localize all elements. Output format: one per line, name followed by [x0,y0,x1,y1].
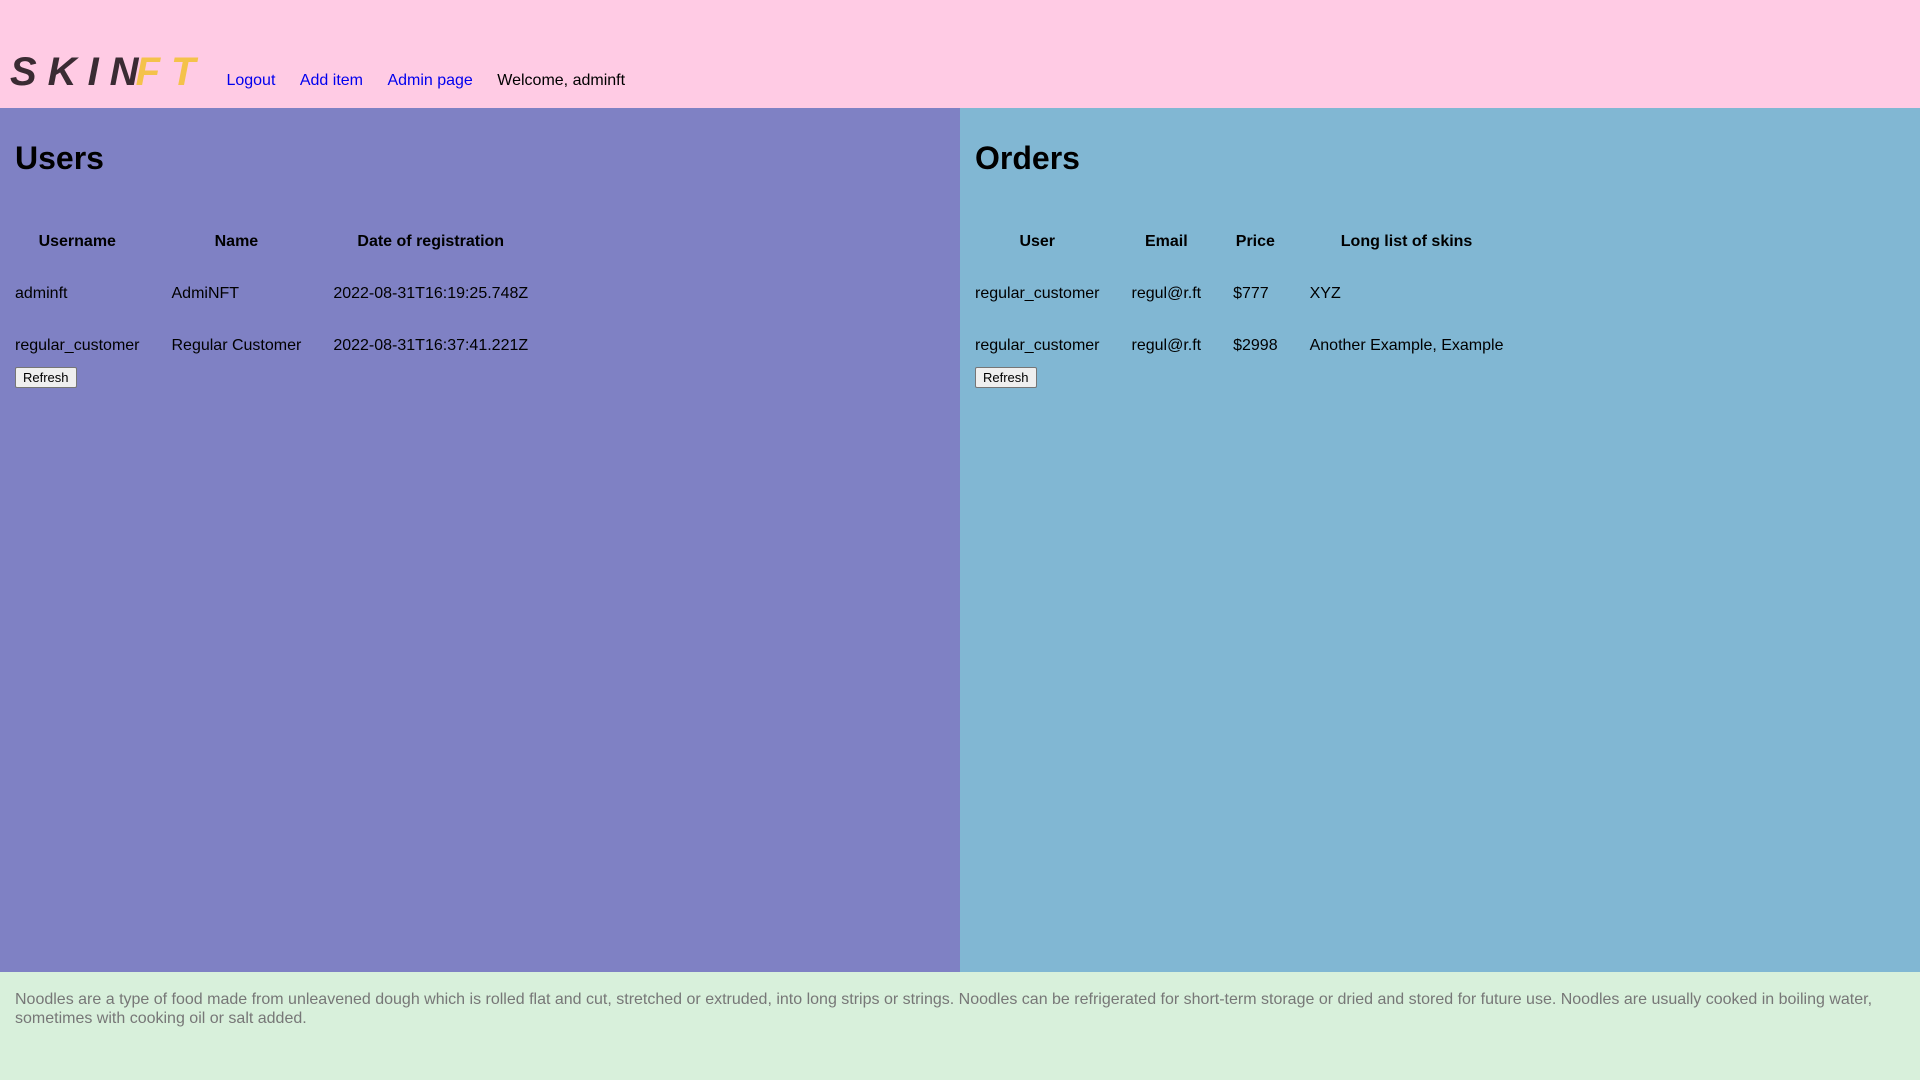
order-user: regular_customer [975,285,1100,302]
footer-text: Noodles are a type of food made from unl… [15,991,1873,1027]
orders-col-skins: Long list of skins [1340,233,1473,250]
users-col-name: Name [214,233,259,250]
welcome-text: Welcome, adminft [497,72,626,89]
order-price: $2998 [1233,337,1278,354]
orders-refresh-button[interactable]: Refresh [975,367,1037,388]
logout-link[interactable]: Logout [226,72,275,89]
order-price: $777 [1233,285,1269,302]
users-col-username: Username [38,233,116,250]
order-skins: XYZ [1309,285,1341,302]
footer: Noodles are a type of food made from unl… [0,972,1920,1080]
user-name: Regular Customer [171,337,302,354]
order-email: regul@r.ft [1131,337,1202,354]
nav-bar: Logout Add item Admin page Welcome, admi… [218,72,625,90]
main-content: Users Username Name Date of registration… [0,108,1920,972]
users-col-date: Date of registration [357,233,505,250]
user-name: AdmiNFT [171,285,240,302]
order-email: regul@r.ft [1131,285,1202,302]
add-item-link[interactable]: Add item [300,72,363,89]
user-username: adminft [15,285,68,302]
logo-text-gold: FT [135,50,207,94]
order-user: regular_customer [975,337,1100,354]
order-skins: Another Example, Example [1309,337,1504,354]
orders-table: User Email Price Long list of skins regu… [943,199,1535,389]
admin-page-link[interactable]: Admin page [387,72,472,89]
user-registration-date: 2022-08-31T16:19:25.748Z [333,285,529,302]
table-row: adminft AdmiNFT 2022-08-31T16:19:25.748Z [15,285,528,303]
users-refresh-button[interactable]: Refresh [15,367,77,388]
skinft-logo[interactable]: SKINFT [10,52,206,92]
users-table-header: Username Name Date of registration [15,233,528,251]
orders-title: Orders [975,140,1080,176]
orders-panel: Orders User Email Price Long list of ski… [960,108,1920,972]
users-table: Username Name Date of registration admin… [0,199,560,389]
orders-col-email: Email [1144,233,1188,250]
orders-col-user: User [1019,233,1056,250]
users-panel: Users Username Name Date of registration… [0,108,960,972]
user-registration-date: 2022-08-31T16:37:41.221Z [333,337,529,354]
orders-table-header: User Email Price Long list of skins [975,233,1503,251]
users-title: Users [15,140,104,176]
user-username: regular_customer [15,337,140,354]
orders-col-price: Price [1235,233,1275,250]
table-row: regular_customer regul@r.ft $777 XYZ [975,285,1503,303]
table-row: regular_customer regul@r.ft $2998 Anothe… [975,337,1503,355]
logo-text-dark: SKIN [10,50,150,94]
top-header: SKINFT Logout Add item Admin page Welcom… [0,0,1920,108]
table-row: regular_customer Regular Customer 2022-0… [15,337,528,355]
